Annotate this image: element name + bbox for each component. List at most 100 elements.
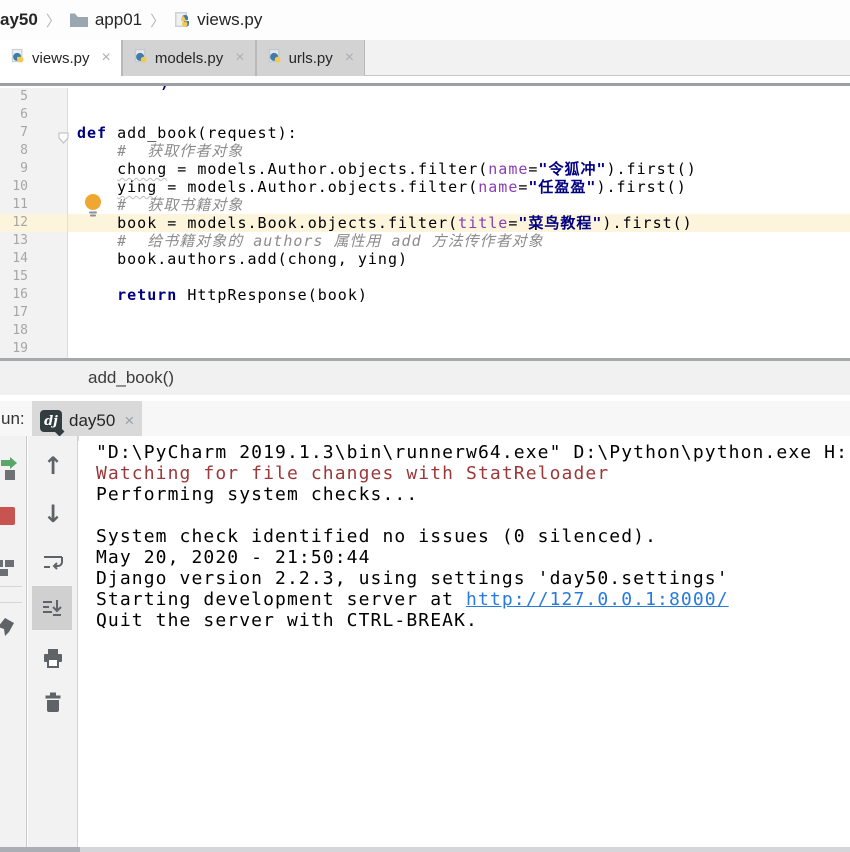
python-file-icon (133, 48, 149, 68)
print-icon[interactable] (33, 638, 73, 678)
line-number: 11 (0, 196, 68, 214)
tab-urls-py[interactable]: urls.py × (256, 40, 366, 76)
scroll-to-end-icon[interactable] (32, 586, 72, 630)
code-line[interactable]: 8 # 获取作者对象 (0, 142, 850, 160)
code-line[interactable]: 12 book = models.Book.objects.filter(tit… (0, 214, 850, 232)
code-token: "菜鸟教程" (518, 214, 602, 232)
run-panel-label: un: (0, 409, 25, 429)
down-arrow-icon[interactable]: ↓ (33, 494, 73, 534)
restore-layout-icon[interactable] (0, 548, 24, 588)
code-line[interactable]: 18 (0, 322, 850, 340)
context-function[interactable]: add_book() (88, 368, 174, 387)
console-line: Starting development server at http://12… (96, 589, 850, 610)
line-number: 14 (0, 250, 68, 268)
code-line[interactable]: 19 (0, 340, 850, 358)
console-text: Django version 2.2.3, using settings 'da… (96, 568, 729, 589)
code-line-text (68, 106, 850, 124)
line-number: 10 (0, 178, 68, 196)
close-icon[interactable]: × (102, 49, 111, 67)
bottom-strip (80, 847, 850, 852)
code-token: book.authors.add(chong, ying) (77, 250, 408, 268)
pin-icon[interactable] (0, 608, 25, 648)
editor-context-bar: add_book() (0, 361, 850, 395)
editor-tab-strip: views.py × models.py × urls.py × (0, 40, 850, 76)
tab-label: models.py (155, 50, 223, 67)
code-line[interactable]: 6 (0, 106, 850, 124)
code-line[interactable]: 14 book.authors.add(chong, ying) (0, 250, 850, 268)
python-file-icon (173, 11, 191, 29)
line-number: 5 (0, 88, 68, 106)
close-icon[interactable]: × (345, 49, 354, 67)
line-number: 15 (0, 268, 68, 286)
clear-trash-icon[interactable] (33, 682, 73, 722)
console-line: Django version 2.2.3, using settings 'da… (96, 568, 850, 589)
close-icon[interactable]: × (124, 411, 134, 431)
run-tab-day50[interactable]: dj day50 × (32, 401, 142, 441)
code-token: # 给书籍对象的 authors 属性用 add 方法传作者对象 (77, 232, 544, 250)
soft-wrap-icon[interactable] (33, 542, 73, 582)
tab-models-py[interactable]: models.py × (122, 40, 256, 76)
rerun-icon[interactable] (0, 448, 26, 488)
code-token: title (458, 214, 508, 232)
code-line[interactable]: 13 # 给书籍对象的 authors 属性用 add 方法传作者对象 (0, 232, 850, 250)
code-token: "令狐冲" (538, 160, 606, 178)
code-token: ).first() (596, 178, 686, 196)
code-editor[interactable]: ") 567def add_book(request):8 # 获取作者对象9 … (0, 86, 850, 358)
pycharm-window: ay50 〉 app01 〉 views.py views.py × model… (0, 0, 850, 852)
code-token: = models.Author.objects.filter( (167, 160, 488, 178)
line-number: 12 (0, 214, 68, 232)
code-token: ).first() (606, 160, 696, 178)
run-console-output[interactable]: "D:\PyCharm 2019.1.3\bin\runnerw64.exe" … (79, 436, 850, 847)
code-token: book = models.Book.objects.filter( (77, 214, 458, 232)
clipped-line-remnant: ") (150, 86, 170, 93)
fold-marker-icon[interactable] (58, 130, 69, 148)
code-token: chong (117, 160, 167, 178)
code-line[interactable]: 17 (0, 304, 850, 322)
line-number: 19 (0, 340, 68, 358)
intention-bulb-icon[interactable] (84, 193, 102, 217)
console-line: Watching for file changes with StatReloa… (96, 463, 850, 484)
close-icon[interactable]: × (235, 49, 244, 67)
code-line[interactable]: 7def add_book(request): (0, 124, 850, 142)
line-number: 18 (0, 322, 68, 340)
code-line-text (68, 322, 850, 340)
console-line: Performing system checks... (96, 484, 850, 505)
breadcrumb-file[interactable]: views.py (197, 10, 262, 30)
run-window-toolbar (0, 436, 27, 847)
python-file-icon (267, 48, 283, 68)
console-line: May 20, 2020 - 21:50:44 (96, 547, 850, 568)
line-number: 17 (0, 304, 68, 322)
code-token: name (488, 160, 528, 178)
code-line[interactable]: 5 (0, 88, 850, 106)
code-token: add_book(request): (107, 124, 298, 142)
bottom-strip (0, 847, 80, 852)
code-line[interactable]: 16 return HttpResponse(book) (0, 286, 850, 304)
line-number: 9 (0, 160, 68, 178)
run-tab-label: day50 (69, 411, 115, 431)
server-url-link[interactable]: http://127.0.0.1:8000/ (466, 589, 729, 610)
code-token: ying (117, 178, 157, 196)
code-token: def (77, 124, 107, 142)
code-line[interactable]: 11 # 获取书籍对象 (0, 196, 850, 214)
code-token: return (117, 286, 177, 304)
code-line-text: # 获取书籍对象 (68, 196, 850, 214)
code-line-text: # 获取作者对象 (68, 142, 850, 160)
line-number: 13 (0, 232, 68, 250)
code-line[interactable]: 15 (0, 268, 850, 286)
code-token (77, 160, 117, 178)
tab-views-py[interactable]: views.py × (0, 40, 122, 76)
code-line-text: chong = models.Author.objects.filter(nam… (68, 160, 850, 178)
stop-icon[interactable] (0, 496, 26, 536)
up-arrow-icon[interactable]: ↑ (33, 446, 73, 486)
code-token: name (478, 178, 518, 196)
console-line (96, 505, 850, 526)
code-line[interactable]: 10 ying = models.Author.objects.filter(n… (0, 178, 850, 196)
django-icon: dj (40, 410, 62, 432)
code-token: = (508, 214, 518, 232)
code-token: "任盈盈" (528, 178, 596, 196)
breadcrumb-project[interactable]: ay50 (0, 10, 38, 30)
breadcrumb-package[interactable]: app01 (95, 10, 142, 30)
code-line[interactable]: 9 chong = models.Author.objects.filter(n… (0, 160, 850, 178)
code-line-text: book = models.Book.objects.filter(title=… (68, 214, 850, 232)
code-line-text: return HttpResponse(book) (68, 286, 850, 304)
